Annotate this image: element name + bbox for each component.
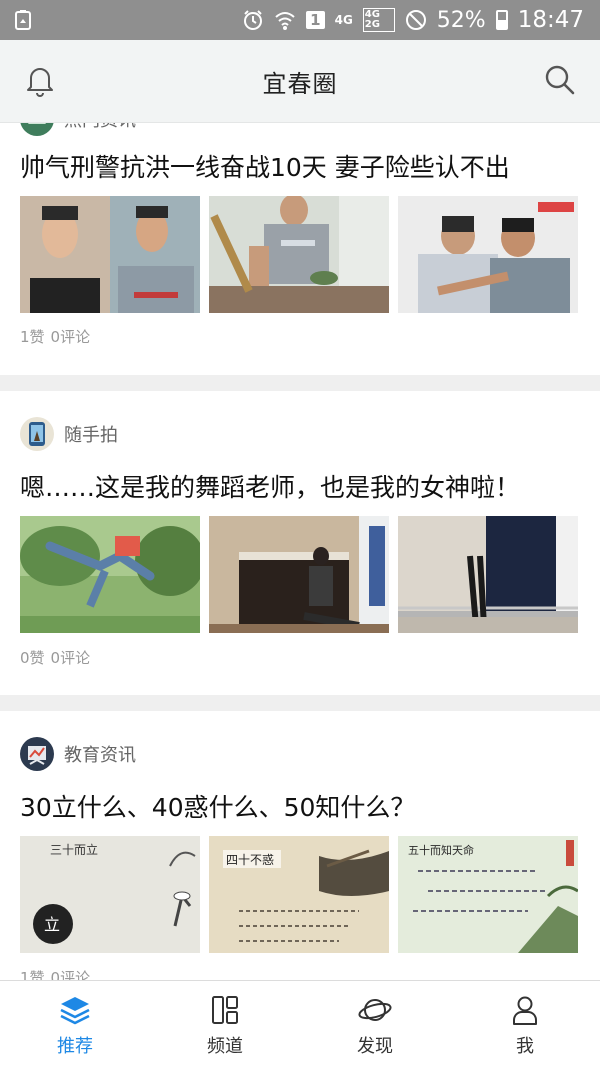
post-images[interactable] xyxy=(20,516,580,633)
recycle-notification-icon xyxy=(15,10,31,30)
sim-indicator: 1 xyxy=(306,11,325,29)
page-title: 宜春圈 xyxy=(262,70,338,98)
battery-icon xyxy=(495,10,508,30)
image-text: 三十而立 xyxy=(50,842,98,857)
post-image[interactable] xyxy=(209,516,389,633)
app-header: 宜春圈 xyxy=(0,40,600,123)
do-not-disturb-icon xyxy=(405,10,426,30)
post-source[interactable]: 热门资讯 xyxy=(20,122,136,136)
comment-count: 0评论 xyxy=(50,649,91,667)
source-name: 热门资讯 xyxy=(64,122,136,132)
feed-card[interactable]: 随手拍 嗯……这是我的舞蹈老师，也是我的女神啦！ 0赞 0评论 xyxy=(0,391,600,695)
image-text: 四十不惑 xyxy=(226,853,274,867)
network-type: 4G xyxy=(334,13,353,27)
post-stats: 1赞 0评论 xyxy=(20,326,96,347)
post-images[interactable]: 三十而立 立 四十不惑 五十而知天命 xyxy=(20,836,580,953)
search-icon[interactable] xyxy=(542,62,578,98)
post-image[interactable]: 四十不惑 xyxy=(209,836,389,953)
source-avatar xyxy=(20,737,54,771)
source-name: 随手拍 xyxy=(64,425,118,446)
post-image[interactable] xyxy=(20,196,200,313)
planet-icon xyxy=(358,999,392,1021)
comment-count: 0评论 xyxy=(50,969,91,980)
source-name: 教育资讯 xyxy=(64,745,136,766)
post-image[interactable]: 三十而立 立 xyxy=(20,836,200,953)
post-images[interactable] xyxy=(20,196,580,313)
clock: 18:47 xyxy=(517,7,584,33)
alarm-icon xyxy=(244,10,263,30)
tab-discover[interactable]: 发现 xyxy=(300,981,450,1068)
wifi-icon xyxy=(275,12,295,30)
battery-percent: 52% xyxy=(436,7,486,33)
status-bar: 1 4G 4G 2G 52% 18:47 xyxy=(0,0,600,40)
tab-label: 推荐 xyxy=(57,1036,93,1057)
layers-icon xyxy=(60,997,90,1025)
like-count: 1赞 xyxy=(20,969,45,980)
tab-channels[interactable]: 频道 xyxy=(150,981,300,1068)
post-image[interactable] xyxy=(398,516,578,633)
tab-label: 发现 xyxy=(357,1036,393,1057)
post-title[interactable]: 30立什么、40惑什么、50知什么？ xyxy=(20,788,415,824)
tab-me[interactable]: 我 xyxy=(450,981,600,1068)
tab-label: 频道 xyxy=(207,1036,243,1057)
post-source[interactable]: 教育资讯 xyxy=(20,737,136,771)
feed-card[interactable]: 教育资讯 30立什么、40惑什么、50知什么？ 三十而立 立 四十不惑 五十而知… xyxy=(0,711,600,980)
image-text: 立 xyxy=(44,915,60,934)
source-avatar xyxy=(20,417,54,451)
bottom-tab-bar: 推荐 频道 发现 我 xyxy=(0,980,600,1068)
card-separator xyxy=(0,375,600,391)
post-image[interactable] xyxy=(209,196,389,313)
post-source[interactable]: 随手拍 xyxy=(20,417,118,451)
image-text: 五十而知天命 xyxy=(408,843,474,857)
card-separator xyxy=(0,695,600,711)
tab-label: 我 xyxy=(516,1036,534,1057)
like-count: 1赞 xyxy=(20,328,45,346)
grid-icon xyxy=(212,996,238,1024)
user-icon xyxy=(513,996,537,1025)
network-dual: 4G 2G xyxy=(362,8,395,32)
post-image[interactable] xyxy=(398,196,578,313)
source-avatar xyxy=(20,122,54,136)
news-feed[interactable]: 热门资讯 帅气刑警抗洪一线奋战10天 妻子险些认不出 xyxy=(0,122,600,980)
post-image[interactable]: 五十而知天命 xyxy=(398,836,578,953)
comment-count: 0评论 xyxy=(50,328,91,346)
post-title[interactable]: 帅气刑警抗洪一线奋战10天 妻子险些认不出 xyxy=(20,148,510,184)
like-count: 0赞 xyxy=(20,649,45,667)
post-title[interactable]: 嗯……这是我的舞蹈老师，也是我的女神啦！ xyxy=(20,468,520,504)
tab-recommend[interactable]: 推荐 xyxy=(0,981,150,1068)
feed-card[interactable]: 热门资讯 帅气刑警抗洪一线奋战10天 妻子险些认不出 xyxy=(0,122,600,375)
post-stats: 1赞 0评论 xyxy=(20,967,96,980)
post-stats: 0赞 0评论 xyxy=(20,647,96,668)
post-image[interactable] xyxy=(20,516,200,633)
